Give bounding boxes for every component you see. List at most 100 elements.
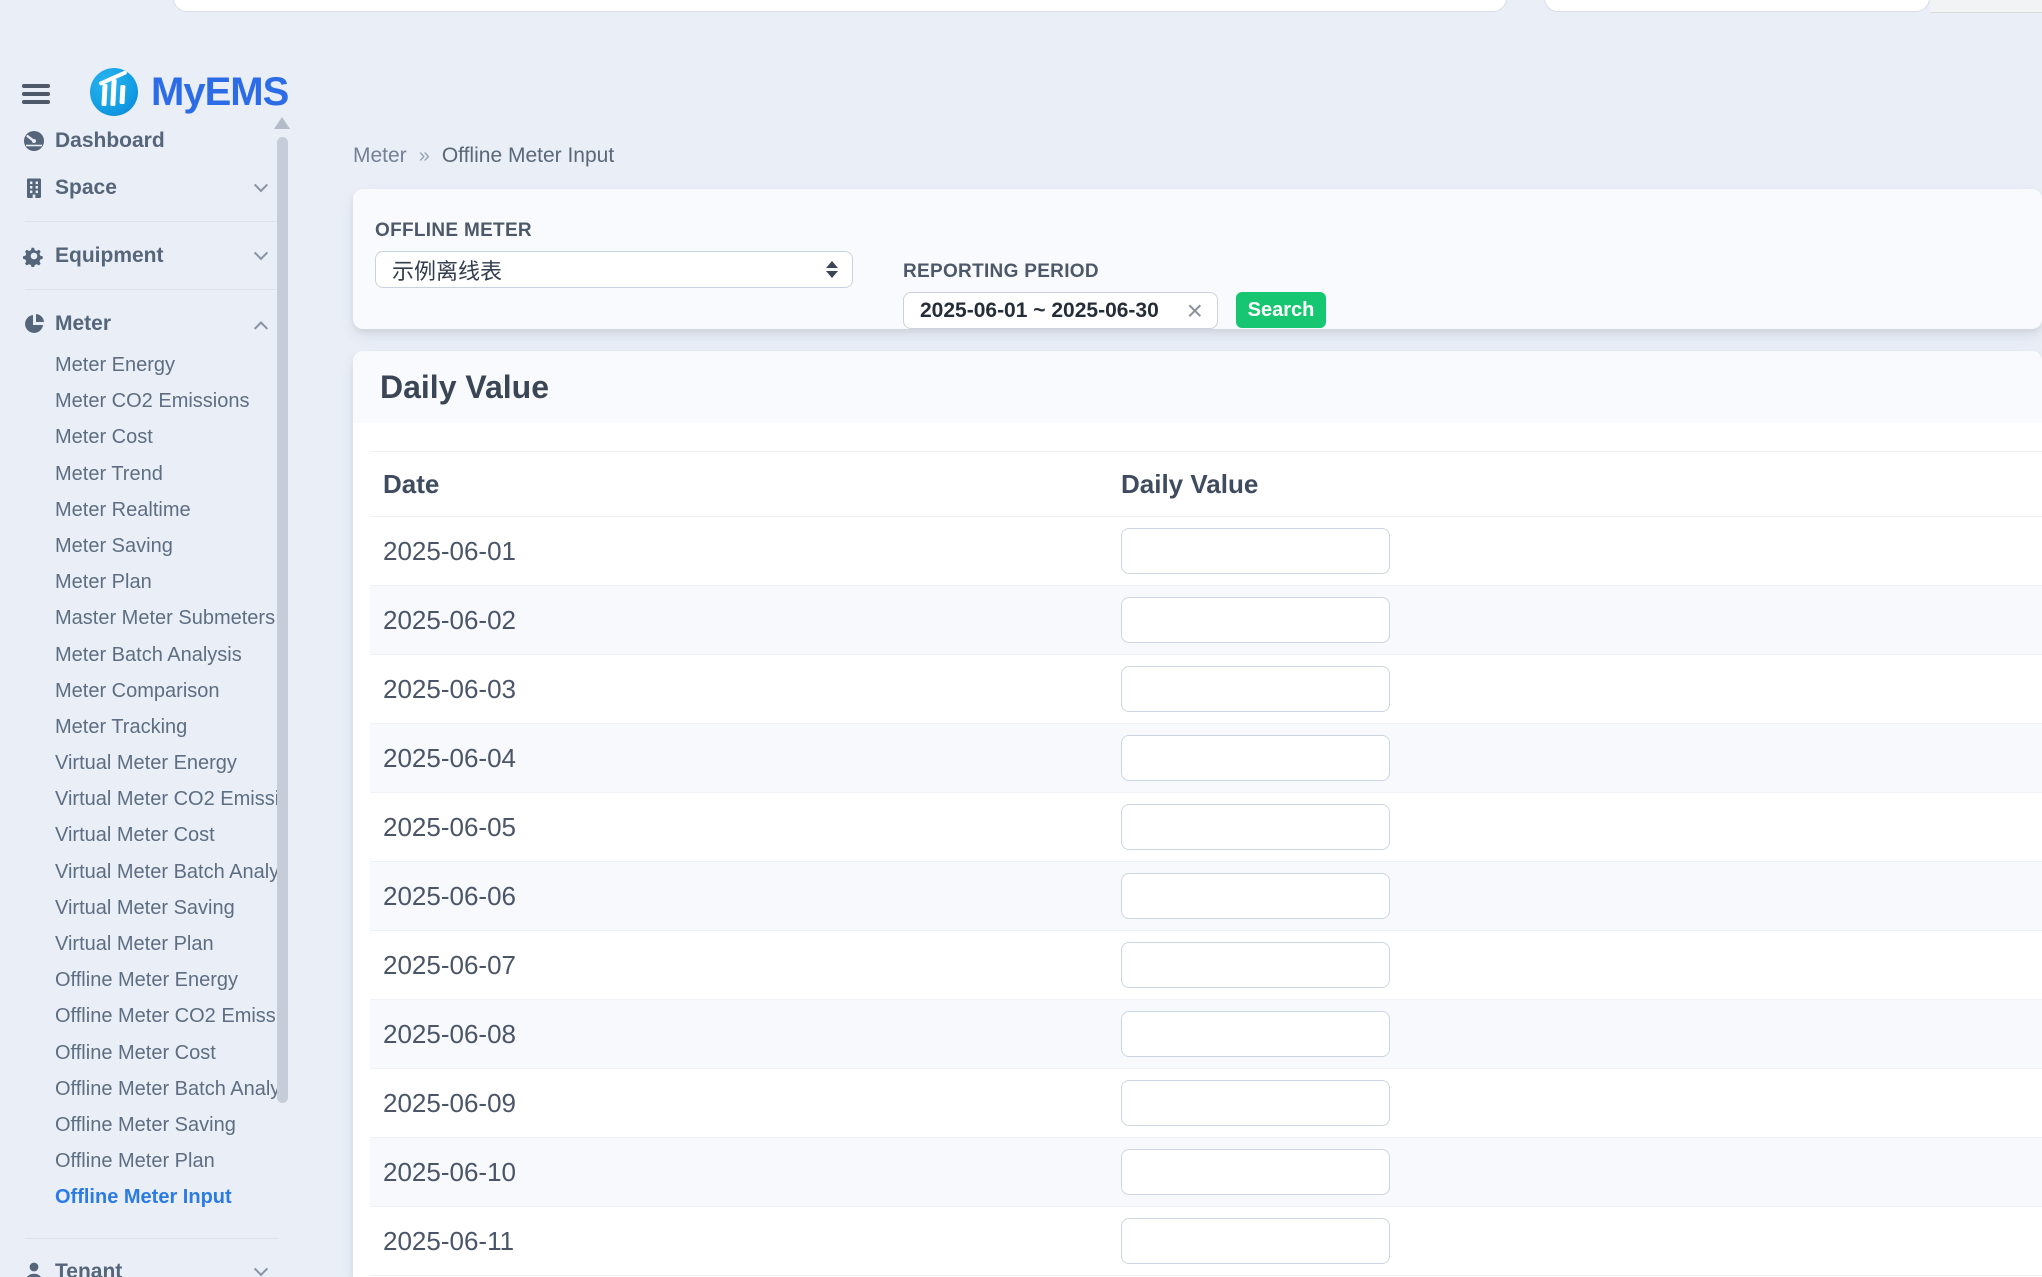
row-date: 2025-06-09 bbox=[383, 1088, 516, 1118]
sidebar-item-offline-meter-plan[interactable]: Offline Meter Plan bbox=[0, 1143, 278, 1179]
sidebar-item-label: Tenant bbox=[55, 1260, 122, 1277]
sidebar-item-virtual-meter-saving[interactable]: Virtual Meter Saving bbox=[0, 890, 278, 926]
table-row: 2025-06-05 bbox=[370, 793, 2042, 862]
sidebar-item-meter-trend[interactable]: Meter Trend bbox=[0, 456, 278, 492]
row-date: 2025-06-08 bbox=[383, 1019, 516, 1049]
sidebar-item-offline-meter-energy[interactable]: Offline Meter Energy bbox=[0, 962, 278, 998]
table-row: 2025-06-08 bbox=[370, 1000, 2042, 1069]
sidebar-item-meter-batch-analysis[interactable]: Meter Batch Analysis bbox=[0, 637, 278, 673]
table-row: 2025-06-09 bbox=[370, 1069, 2042, 1138]
sidebar-scrollbar-thumb[interactable] bbox=[277, 137, 288, 1103]
sidebar-item-space[interactable]: Space bbox=[0, 164, 290, 211]
daily-value-input-2025-06-10[interactable] bbox=[1121, 1149, 1390, 1195]
row-date: 2025-06-06 bbox=[383, 881, 516, 911]
row-date: 2025-06-03 bbox=[383, 674, 516, 704]
sidebar: MyEMS DashboardSpaceEquipmentMeterMeter … bbox=[0, 0, 290, 1277]
sidebar-item-tenant[interactable]: Tenant bbox=[0, 1249, 290, 1277]
sidebar-item-dashboard[interactable]: Dashboard bbox=[0, 117, 290, 164]
chevron-up-icon bbox=[254, 321, 268, 335]
breadcrumb-current: Offline Meter Input bbox=[442, 144, 614, 168]
sidebar-item-meter-tracking[interactable]: Meter Tracking bbox=[0, 709, 278, 745]
select-updown-icon bbox=[826, 261, 838, 278]
sidebar-submenu-meter: Meter EnergyMeter CO2 EmissionsMeter Cos… bbox=[0, 347, 290, 1228]
filter-panel: OFFLINE METER 示例离线表 REPORTING PERIOD 202… bbox=[353, 189, 2042, 329]
sidebar-item-meter-plan[interactable]: Meter Plan bbox=[0, 564, 278, 600]
table-row: 2025-06-03 bbox=[370, 655, 2042, 724]
daily-value-input-2025-06-08[interactable] bbox=[1121, 1011, 1390, 1057]
sidebar-item-virtual-meter-plan[interactable]: Virtual Meter Plan bbox=[0, 926, 278, 962]
sidebar-item-meter-saving[interactable]: Meter Saving bbox=[0, 528, 278, 564]
breadcrumb-meter[interactable]: Meter bbox=[353, 144, 407, 168]
table-row: 2025-06-10 bbox=[370, 1138, 2042, 1207]
column-header-date: Date bbox=[383, 469, 439, 499]
daily-value-input-2025-06-03[interactable] bbox=[1121, 666, 1390, 712]
user-icon bbox=[23, 1261, 45, 1277]
sidebar-item-equipment[interactable]: Equipment bbox=[0, 232, 290, 279]
reporting-period-group: REPORTING PERIOD 2025-06-01 ~ 2025-06-30… bbox=[903, 220, 1326, 329]
chevron-down-icon bbox=[254, 178, 268, 192]
sidebar-item-virtual-meter-co2-emissions[interactable]: Virtual Meter CO2 Emissions bbox=[0, 781, 278, 817]
row-date: 2025-06-01 bbox=[383, 536, 516, 566]
building-icon bbox=[23, 177, 45, 199]
gear-icon bbox=[23, 245, 45, 267]
sidebar-item-offline-meter-cost[interactable]: Offline Meter Cost bbox=[0, 1035, 278, 1071]
daily-value-input-2025-06-06[interactable] bbox=[1121, 873, 1390, 919]
daily-value-card-header: Daily Value bbox=[353, 351, 2042, 423]
sidebar-item-offline-meter-saving[interactable]: Offline Meter Saving bbox=[0, 1107, 278, 1143]
sidebar-item-label: Equipment bbox=[55, 244, 164, 268]
sidebar-item-offline-meter-batch-analysis[interactable]: Offline Meter Batch Analysis bbox=[0, 1071, 278, 1107]
sidebar-item-meter-co2-emissions[interactable]: Meter CO2 Emissions bbox=[0, 383, 278, 419]
offline-meter-value: 示例离线表 bbox=[392, 254, 502, 286]
sidebar-item-master-meter-submeters-balance[interactable]: Master Meter Submeters Balance bbox=[0, 600, 278, 636]
sidebar-item-virtual-meter-energy[interactable]: Virtual Meter Energy bbox=[0, 745, 278, 781]
table-row: 2025-06-07 bbox=[370, 931, 2042, 1000]
column-header-daily-value: Daily Value bbox=[1121, 469, 1258, 499]
sidebar-item-meter-energy[interactable]: Meter Energy bbox=[0, 347, 278, 383]
offline-meter-select[interactable]: 示例离线表 bbox=[375, 251, 853, 288]
sidebar-item-meter-comparison[interactable]: Meter Comparison bbox=[0, 673, 278, 709]
sidebar-nav: Dashboard Space Equipment Meter Meter Energy… bbox=[0, 0, 290, 1277]
table-rows: 2025-06-012025-06-022025-06-032025-06-04… bbox=[370, 517, 2042, 1276]
chevron-down-icon bbox=[254, 246, 268, 260]
table-header-row: Date Daily Value bbox=[370, 452, 2042, 517]
sidebar-item-meter-cost[interactable]: Meter Cost bbox=[0, 419, 278, 455]
row-date: 2025-06-07 bbox=[383, 950, 516, 980]
sidebar-item-label: Meter bbox=[55, 312, 111, 336]
offline-meter-field: OFFLINE METER 示例离线表 bbox=[375, 220, 853, 329]
table-row: 2025-06-01 bbox=[370, 517, 2042, 586]
sidebar-divider bbox=[25, 1238, 278, 1239]
sidebar-scroll-up-arrow[interactable] bbox=[274, 117, 290, 129]
daily-value-input-2025-06-01[interactable] bbox=[1121, 528, 1390, 574]
reporting-period-input[interactable]: 2025-06-01 ~ 2025-06-30 × bbox=[903, 292, 1218, 329]
table-row: 2025-06-06 bbox=[370, 862, 2042, 931]
reporting-period-value: 2025-06-01 ~ 2025-06-30 bbox=[920, 299, 1159, 323]
daily-value-card-body: Date Daily Value 2025-06-01 2025-06-02 202… bbox=[353, 423, 2042, 1276]
sidebar-item-offline-meter-co2-emissions[interactable]: Offline Meter CO2 Emissions bbox=[0, 998, 278, 1034]
offline-meter-label: OFFLINE METER bbox=[375, 220, 853, 242]
sidebar-item-label: Dashboard bbox=[55, 129, 165, 153]
gauge-icon bbox=[23, 130, 45, 152]
card-title: Daily Value bbox=[380, 369, 549, 406]
daily-value-input-2025-06-09[interactable] bbox=[1121, 1080, 1390, 1126]
sidebar-item-meter-realtime[interactable]: Meter Realtime bbox=[0, 492, 278, 528]
clear-icon[interactable]: × bbox=[1185, 297, 1205, 325]
sidebar-item-virtual-meter-batch-analysis[interactable]: Virtual Meter Batch Analysis bbox=[0, 854, 278, 890]
chevron-down-icon bbox=[254, 1262, 268, 1276]
daily-value-input-2025-06-02[interactable] bbox=[1121, 597, 1390, 643]
search-button[interactable]: Search bbox=[1236, 292, 1326, 328]
daily-value-input-2025-06-07[interactable] bbox=[1121, 942, 1390, 988]
row-date: 2025-06-02 bbox=[383, 605, 516, 635]
main-content: Meter » Offline Meter Input OFFLINE METE… bbox=[353, 0, 2042, 1277]
sidebar-item-virtual-meter-cost[interactable]: Virtual Meter Cost bbox=[0, 817, 278, 853]
row-date: 2025-06-10 bbox=[383, 1157, 516, 1187]
reporting-period-label: REPORTING PERIOD bbox=[903, 261, 1218, 283]
sidebar-item-offline-meter-input[interactable]: Offline Meter Input bbox=[0, 1179, 278, 1215]
sidebar-divider bbox=[25, 221, 278, 222]
reporting-period-field: REPORTING PERIOD 2025-06-01 ~ 2025-06-30… bbox=[903, 261, 1218, 329]
table-row: 2025-06-11 bbox=[370, 1207, 2042, 1276]
daily-value-input-2025-06-04[interactable] bbox=[1121, 735, 1390, 781]
sidebar-item-meter[interactable]: Meter bbox=[0, 300, 290, 347]
daily-value-input-2025-06-11[interactable] bbox=[1121, 1218, 1390, 1264]
sidebar-divider bbox=[25, 289, 278, 290]
daily-value-input-2025-06-05[interactable] bbox=[1121, 804, 1390, 850]
